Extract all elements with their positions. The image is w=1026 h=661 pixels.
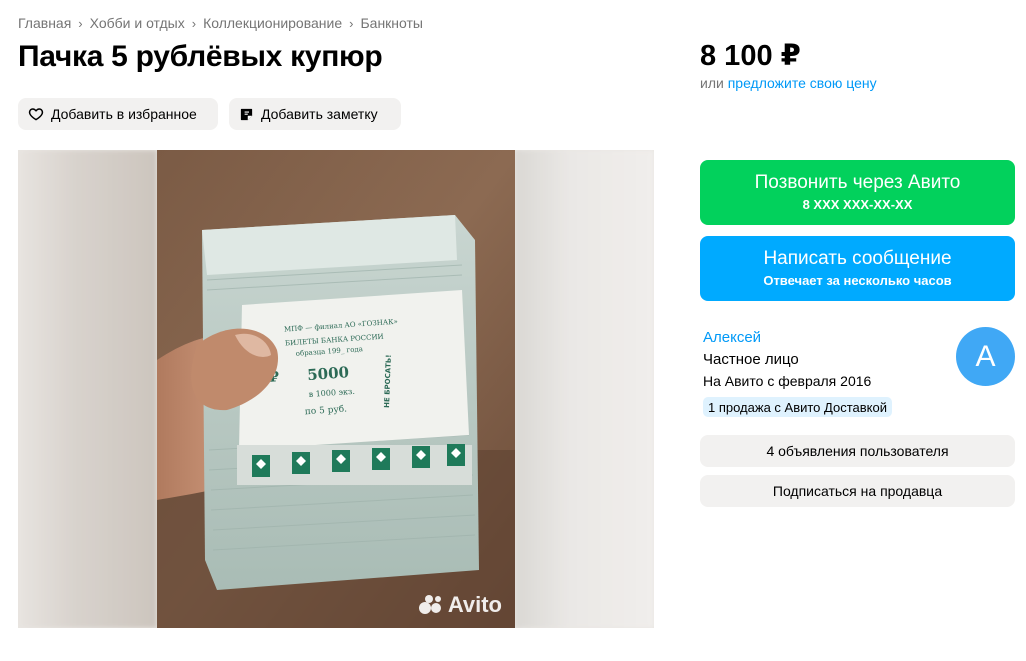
breadcrumb-hobby[interactable]: Хобби и отдых bbox=[90, 15, 185, 31]
page-title: Пачка 5 рублёвых купюр bbox=[18, 40, 383, 73]
message-button-sub: Отвечает за несколько часов bbox=[763, 273, 952, 288]
price: 8 100 ₽ bbox=[700, 40, 801, 72]
listing-photo[interactable]: МПФ — филиал АО «ГОЗНАК» БИЛЕТЫ БАНКА РО… bbox=[157, 150, 515, 628]
message-button[interactable]: Написать сообщение Отвечает за несколько… bbox=[700, 236, 1015, 301]
breadcrumb-banknotes[interactable]: Банкноты bbox=[360, 15, 423, 31]
gallery-blur-left bbox=[18, 150, 157, 628]
add-to-favorites-label: Добавить в избранное bbox=[51, 106, 197, 122]
breadcrumb-collecting[interactable]: Коллекционирование bbox=[203, 15, 342, 31]
band-amount: 5000 bbox=[307, 363, 350, 384]
seller-listings-button[interactable]: 4 объявления пользователя bbox=[700, 435, 1015, 467]
delivery-badge: 1 продажа с Авито Доставкой bbox=[703, 397, 892, 417]
avatar[interactable]: А bbox=[956, 327, 1015, 386]
watermark-text: Avito bbox=[447, 592, 502, 617]
add-note-label: Добавить заметку bbox=[261, 106, 378, 122]
chevron-right-icon: › bbox=[349, 15, 354, 31]
seller-type: Частное лицо bbox=[703, 351, 799, 368]
breadcrumb: Главная › Хобби и отдых › Коллекциониров… bbox=[18, 15, 423, 31]
avito-watermark: Avito bbox=[418, 592, 502, 618]
subscribe-seller-button[interactable]: Подписаться на продавца bbox=[700, 475, 1015, 507]
heart-icon bbox=[28, 108, 44, 121]
gallery-blur-right bbox=[515, 150, 654, 628]
note-icon bbox=[240, 108, 253, 120]
offer-price-link[interactable]: предложите свою цену bbox=[728, 75, 877, 91]
seller-name-link[interactable]: Алексей bbox=[703, 329, 761, 346]
chevron-right-icon: › bbox=[78, 15, 83, 31]
chevron-right-icon: › bbox=[191, 15, 197, 31]
message-button-label: Написать сообщение bbox=[763, 248, 952, 269]
seller-since: На Авито с февраля 2016 bbox=[703, 373, 872, 389]
breadcrumb-home[interactable]: Главная bbox=[18, 15, 71, 31]
add-to-favorites-button[interactable]: Добавить в избранное bbox=[18, 98, 218, 130]
call-button[interactable]: Позвонить через Авито 8 XXX XXX-XX-XX bbox=[700, 160, 1015, 225]
price-offer: или предложите свою цену bbox=[700, 75, 877, 91]
call-button-label: Позвонить через Авито bbox=[754, 172, 961, 193]
add-note-button[interactable]: Добавить заметку bbox=[229, 98, 401, 130]
price-offer-prefix: или bbox=[700, 75, 724, 91]
image-gallery[interactable]: МПФ — филиал АО «ГОЗНАК» БИЛЕТЫ БАНКА РО… bbox=[18, 150, 654, 628]
call-button-phone: 8 XXX XXX-XX-XX bbox=[802, 197, 913, 212]
avito-logo-icon bbox=[418, 594, 444, 616]
